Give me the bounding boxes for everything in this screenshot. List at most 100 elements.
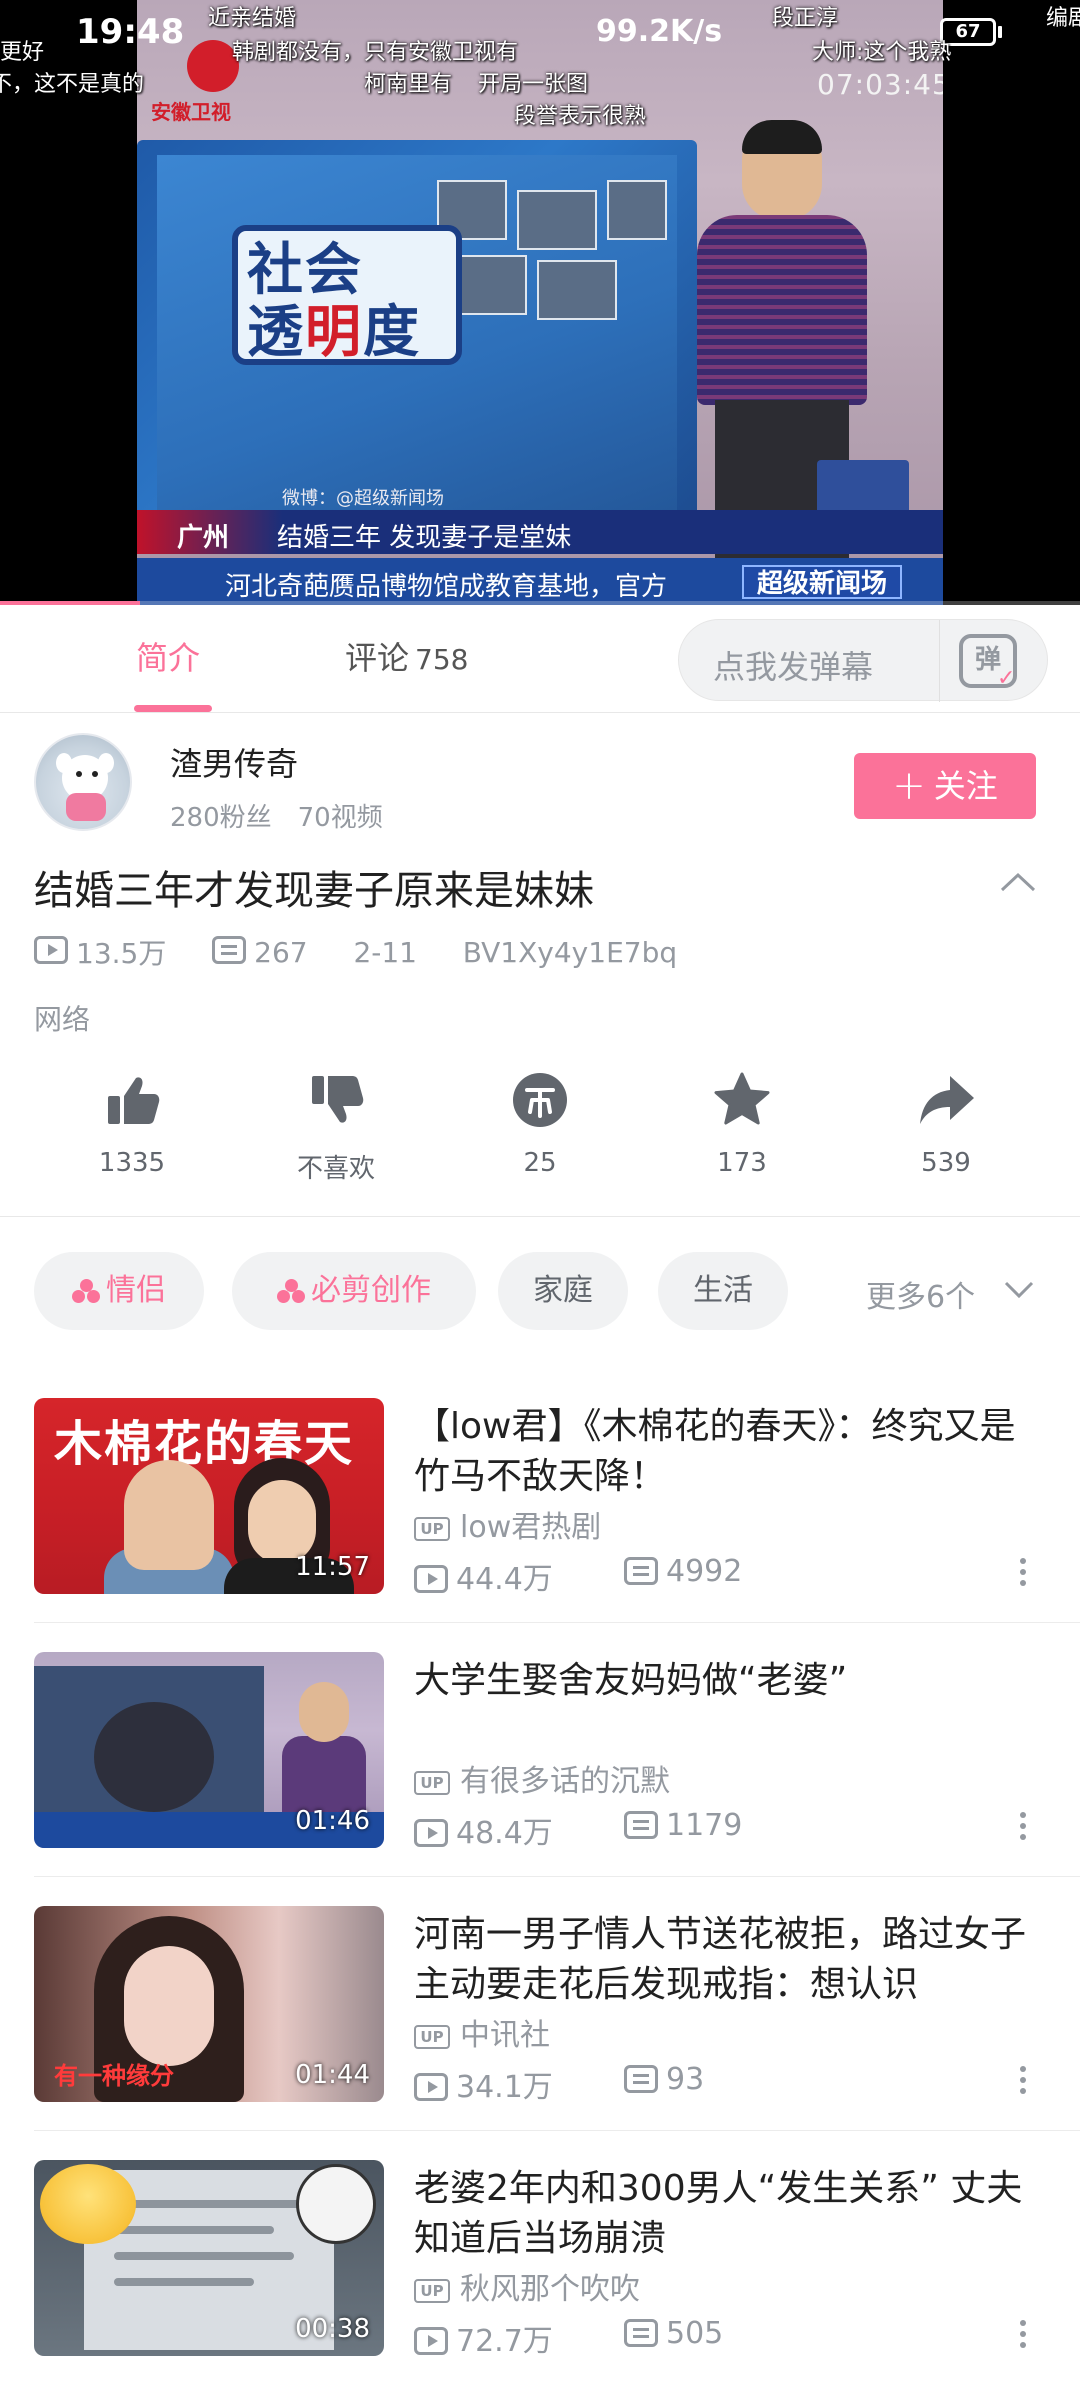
tab-indicator — [134, 705, 212, 712]
related-video[interactable]: 有一种缘分 01:44 河南一男子情人节送花被拒，路过女子主动要走花后发现戒指：… — [0, 1906, 1080, 2158]
uploader-section: 渣男传奇 280粉丝 70视频 + 关注 — [0, 713, 1080, 843]
uploader-name[interactable]: 渣男传奇 — [170, 739, 298, 785]
chevron-down-icon[interactable] — [1004, 1280, 1034, 1300]
share-count: 539 — [921, 1148, 971, 1178]
video-player[interactable]: 社会 透明度 安徽卫视 07:03:45 微博：@超级新闻场 广州 结婚三年 发… — [0, 0, 1080, 605]
danmaku-count-icon — [624, 1557, 658, 1585]
video-thumbnail[interactable]: 00:38 — [34, 2160, 384, 2356]
dislike-label: 不喜欢 — [296, 1154, 375, 1184]
more-options-icon[interactable] — [1020, 2320, 1028, 2350]
uploader-name: 有很多话的沉默 — [460, 1764, 670, 1799]
chevron-up-icon[interactable] — [1000, 870, 1036, 894]
headline-text: 结婚三年 发现妻子是堂妹 — [277, 523, 572, 553]
follow-label: 关注 — [933, 767, 998, 805]
play-count-icon — [414, 2327, 448, 2355]
list-divider — [34, 1876, 1080, 1877]
tab-comments[interactable]: 评论 758 — [345, 633, 468, 679]
danmaku-count-icon — [624, 1811, 658, 1839]
uploader-name: low君热剧 — [460, 1510, 602, 1545]
related-stats: 72.7万 505 — [414, 2316, 723, 2360]
emoji-icon — [40, 2164, 136, 2244]
related-title[interactable]: 老婆2年内和300男人“发生关系” 丈夫知道后当场崩溃 — [414, 2164, 1044, 2264]
uploader-fans: 280粉丝 — [170, 803, 272, 833]
danmaku-item: 韩剧都没有，只有安徽卫视有 — [232, 40, 519, 65]
view-count: 44.4万 — [456, 1562, 553, 1597]
tag-label: 必剪创作 — [311, 1273, 431, 1308]
tag-row: 情侣 必剪创作 家庭 生活 更多6个 — [0, 1252, 1080, 1332]
up-badge: UP — [414, 1771, 450, 1795]
danmaku-item: 近亲结婚 — [208, 6, 297, 31]
related-uploader: UP 秋风那个吹吹 — [414, 2264, 640, 2308]
favorite-button[interactable]: 173 — [672, 1070, 812, 1178]
avatar[interactable] — [34, 733, 132, 831]
tag-item[interactable]: 情侣 — [34, 1252, 204, 1330]
related-video[interactable]: 木棉花的春天 11:57 【low君】《木棉花的春天》：终究又是竹马不敌天降！ … — [0, 1398, 1080, 1650]
danmaku-count-icon — [212, 936, 247, 964]
related-title[interactable]: 【low君】《木棉花的春天》：终究又是竹马不敌天降！ — [414, 1402, 1044, 1502]
danmaku-count-icon — [624, 2319, 658, 2347]
danmaku-count: 4992 — [666, 1554, 743, 1589]
like-button[interactable]: 1335 — [62, 1070, 202, 1178]
danmaku-separator — [939, 620, 940, 702]
more-options-icon[interactable] — [1020, 1558, 1028, 1588]
tag-item[interactable]: 必剪创作 — [232, 1252, 476, 1330]
danmaku-item: 不，这不是真的 — [0, 72, 145, 97]
share-button[interactable]: 539 — [876, 1070, 1016, 1178]
headline-city: 广州 — [177, 523, 230, 553]
danmaku-input[interactable]: 点我发弹幕 弹 ✓ — [678, 619, 1048, 702]
related-video[interactable]: 00:38 老婆2年内和300男人“发生关系” 丈夫知道后当场崩溃 UP 秋风那个… — [0, 2160, 1080, 2400]
related-uploader: UP low君热剧 — [414, 1502, 601, 1546]
more-options-icon[interactable] — [1020, 1812, 1028, 1842]
video-thumbnail[interactable]: 有一种缘分 01:44 — [34, 1906, 384, 2102]
bvid: BV1Xy4y1E7bq — [462, 935, 678, 969]
danmaku-count: 1179 — [666, 1808, 743, 1843]
up-badge: UP — [414, 2025, 450, 2049]
danmaku-count-icon — [624, 2065, 658, 2093]
related-stats: 48.4万 1179 — [414, 1808, 742, 1852]
related-title[interactable]: 大学生娶舍友妈妈做“老婆” — [414, 1656, 1044, 1706]
danmaku-item: 开局一张图 — [478, 72, 589, 97]
follow-button[interactable]: + 关注 — [854, 753, 1036, 819]
tag-item[interactable]: 家庭 — [498, 1252, 628, 1330]
coin-button[interactable]: 25 — [470, 1070, 610, 1178]
studio-thumbnails — [437, 180, 667, 350]
video-title: 结婚三年才发现妻子原来是妹妹 — [34, 868, 594, 914]
video-duration: 00:38 — [295, 2314, 370, 2344]
danmaku-item: 更好 — [0, 40, 45, 65]
up-badge: UP — [414, 2279, 450, 2303]
status-net-speed: 99.2K/s — [596, 14, 723, 49]
danmaku-item: 段正淳 — [772, 6, 839, 31]
uploader-videos: 70视频 — [297, 803, 383, 833]
thumbnail-caption: 有一种缘分 — [54, 2062, 174, 2090]
video-thumbnail[interactable]: 木棉花的春天 11:57 — [34, 1398, 384, 1594]
danmaku-count: 505 — [666, 2316, 724, 2351]
more-tags-button[interactable]: 更多6个 — [866, 1272, 975, 1316]
danmaku-count: 93 — [666, 2062, 705, 2097]
tab-intro[interactable]: 简介 — [136, 633, 200, 679]
related-uploader: UP 中讯社 — [414, 2010, 550, 2054]
related-title[interactable]: 河南一男子情人节送花被拒，路过女子主动要走花后发现戒指：想认识 — [414, 1910, 1044, 2010]
thumbs-up-icon — [108, 1077, 160, 1124]
action-bar: 1335 不喜欢 25 173 539 — [0, 1070, 1080, 1200]
related-video[interactable]: 01:46 大学生娶舍友妈妈做“老婆” UP 有很多话的沉默 48.4万 1179 — [0, 1652, 1080, 1904]
check-icon: ✓ — [997, 666, 1016, 691]
tag-label: 情侣 — [106, 1273, 166, 1308]
publish-date: 2-11 — [353, 935, 417, 969]
play-count-icon — [414, 1819, 448, 1847]
dislike-button[interactable]: 不喜欢 — [266, 1070, 406, 1185]
video-thumbnail[interactable]: 01:46 — [34, 1652, 384, 1848]
tab-comments-label: 评论 — [345, 639, 410, 677]
tag-item[interactable]: 生活 — [658, 1252, 788, 1330]
danmaku-item: 编剧 — [1046, 6, 1080, 31]
view-count: 34.1万 — [456, 2070, 553, 2105]
station-name: 安徽卫视 — [151, 100, 231, 124]
play-count-icon — [34, 936, 68, 964]
video-duration: 01:44 — [295, 2060, 370, 2090]
uploader-stats: 280粉丝 70视频 — [170, 797, 383, 834]
uploader-name: 秋风那个吹吹 — [460, 2272, 640, 2307]
brand-badge: 超级新闻场 — [742, 565, 902, 599]
more-options-icon[interactable] — [1020, 2066, 1028, 2096]
video-category: 网络 — [34, 1003, 91, 1036]
video-duration: 01:46 — [295, 1806, 370, 1836]
list-divider — [34, 1622, 1080, 1623]
